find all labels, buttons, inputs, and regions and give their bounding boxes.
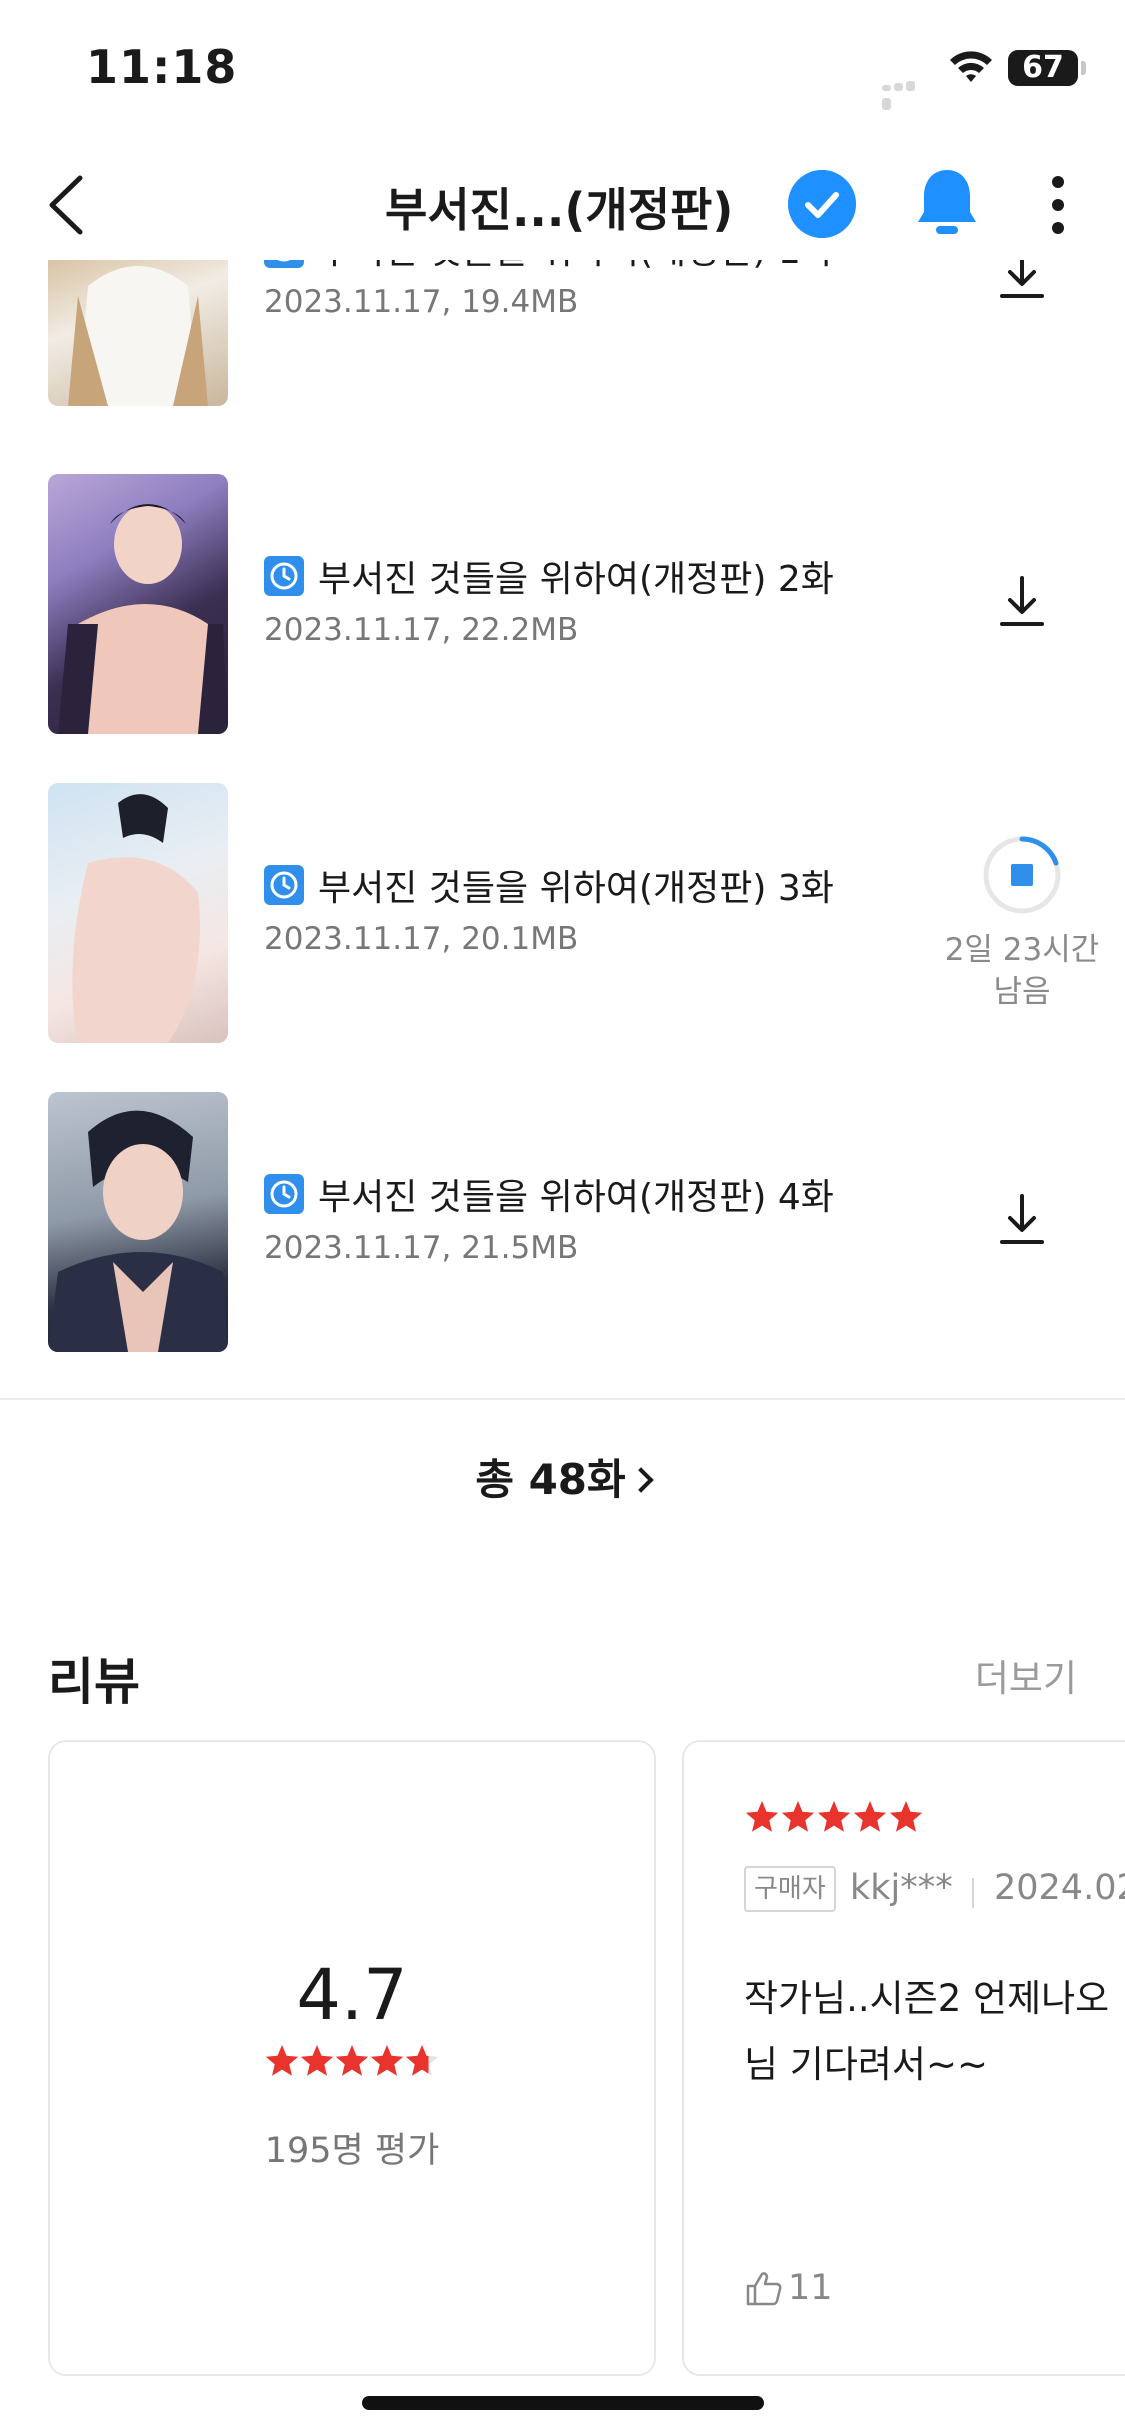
section-divider (0, 1398, 1125, 1400)
episode-row[interactable]: 부서진 것들을 위하여(개정판) 1화 2023.11.17, 19.4MB (0, 260, 1125, 406)
star-icon (300, 2045, 334, 2076)
total-episodes-link[interactable]: 총 48화 (0, 1446, 1125, 1507)
star-icon (817, 1801, 851, 1832)
chevron-right-icon (627, 1467, 654, 1493)
episode-title: 부서진 것들을 위하여(개정판) 4화 (318, 1177, 834, 1218)
episode-meta: 2023.11.17, 20.1MB (264, 921, 579, 957)
page: 11:18 67 부서진...(개정판) 2023.11.17, 19.4MB … (0, 0, 1125, 2436)
like-button[interactable]: 11 (744, 2268, 833, 2314)
episode-title-row: 부서진 것들을 위하여(개정판) 3화 (264, 859, 834, 909)
home-indicator (362, 2396, 764, 2410)
episode-meta: 2023.11.17, 19.4MB (264, 284, 579, 320)
wait-free-clock-icon (264, 1174, 304, 1214)
star-icon (335, 2045, 369, 2076)
more-options-icon[interactable] (1040, 170, 1076, 240)
wait-free-clock-icon (264, 556, 304, 596)
reviewer-id: kkj*** (850, 1868, 953, 1908)
reviews-heading: 리뷰 (48, 1653, 140, 1711)
status-bar: 11:18 67 (0, 0, 1125, 140)
subscribed-check-icon[interactable] (788, 170, 856, 238)
episode-title-row: 부서진 것들을 위하여(개정판) 4화 (264, 1168, 834, 1218)
notification-bell-icon[interactable] (914, 166, 980, 240)
episode-title: 부서진 것들을 위하여(개정판) 1화 (318, 260, 834, 274)
review-stars-icon (745, 1801, 923, 1832)
episode-row[interactable]: 부서진 것들을 위하여(개정판) 2화 2023.11.17, 22.2MB (0, 474, 1125, 734)
top-nav-bar: 부서진...(개정판) (0, 150, 1125, 260)
review-date: 2024.02 (994, 1868, 1125, 1908)
average-rating: 4.7 (296, 1954, 408, 2036)
episode-row[interactable]: 부서진 것들을 위하여(개정판) 3화 2023.11.17, 20.1MB 2… (0, 783, 1125, 1043)
episode-row[interactable]: 부서진 것들을 위하여(개정판) 4화 2023.11.17, 21.5MB (0, 1092, 1125, 1352)
review-card[interactable]: 구매자 kkj*** 2024.02 작가님..시즌2 언제나오 님 기다려서~… (682, 1740, 1125, 2376)
star-icon (889, 1801, 923, 1832)
episode-thumbnail (48, 783, 228, 1043)
star-icon (265, 2045, 299, 2076)
review-text: 작가님..시즌2 언제나오 님 기다려서~~ (744, 1977, 1110, 2086)
wait-free-clock-icon (264, 260, 304, 268)
page-title: 부서진...(개정판) (385, 183, 734, 237)
cellular-signal-icon (882, 72, 928, 110)
thumbs-up-icon (746, 2272, 782, 2306)
download-icon[interactable] (990, 1188, 1054, 1252)
battery-tip (1081, 61, 1086, 75)
rating-summary-card: 4.7 195명 평가 (48, 1740, 656, 2376)
download-progress-stop-icon[interactable] (980, 833, 1064, 917)
reviews-more-link[interactable]: 더보기 (975, 1648, 1077, 1702)
episode-list: 부서진 것들을 위하여(개정판) 1화 2023.11.17, 19.4MB (0, 260, 1125, 1400)
star-icon (745, 1801, 779, 1832)
download-icon[interactable] (990, 570, 1054, 634)
episode-title-row: 부서진 것들을 위하여(개정판) 2화 (264, 550, 834, 600)
episode-title-row: 부서진 것들을 위하여(개정판) 1화 (264, 260, 834, 272)
star-icon (405, 2045, 439, 2076)
star-icon (370, 2045, 404, 2076)
status-time: 11:18 (86, 40, 238, 94)
star-icon (781, 1801, 815, 1832)
episode-title: 부서진 것들을 위하여(개정판) 3화 (318, 868, 834, 909)
like-count: 11 (788, 2268, 833, 2308)
back-button[interactable] (40, 168, 110, 242)
download-icon[interactable] (990, 260, 1054, 306)
star-icon (853, 1801, 887, 1832)
episode-thumbnail (48, 260, 228, 406)
wifi-icon (950, 51, 992, 82)
rating-stars-icon (265, 2045, 439, 2076)
buyer-badge: 구매자 (744, 1866, 836, 1912)
meta-separator (972, 1878, 974, 1908)
download-remaining-time: 2일 23시간 남음 (944, 932, 1100, 1010)
episode-thumbnail (48, 1092, 228, 1352)
episode-title: 부서진 것들을 위하여(개정판) 2화 (318, 559, 834, 600)
episode-meta: 2023.11.17, 21.5MB (264, 1230, 579, 1266)
wait-free-clock-icon (264, 865, 304, 905)
episode-thumbnail (48, 474, 228, 734)
rating-count: 195명 평가 (264, 2131, 440, 2171)
battery-icon: 67 (1008, 50, 1078, 86)
episode-meta: 2023.11.17, 22.2MB (264, 612, 579, 648)
total-episodes-label: 총 48화 (475, 1455, 626, 1504)
